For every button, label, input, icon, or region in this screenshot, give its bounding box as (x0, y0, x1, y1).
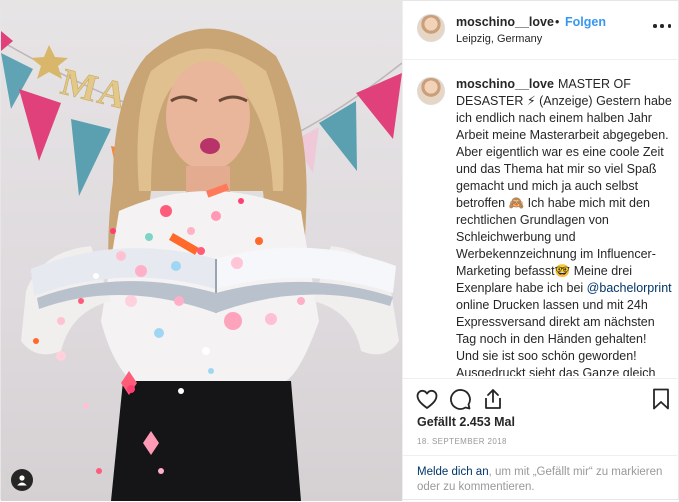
instagram-post: MASTER (0, 0, 679, 501)
likes-count[interactable]: Gefällt 2.453 Mal (417, 415, 515, 429)
login-prompt: Melde dich an, um mit „Gefällt mir“ zu m… (403, 455, 679, 502)
heart-icon[interactable] (415, 387, 439, 411)
caption-avatar[interactable] (417, 77, 445, 105)
post-side-panel: moschino__love • Folgen Leipzig, Germany… (402, 1, 679, 501)
person-icon[interactable] (11, 469, 33, 491)
caption-area: moschino__love MASTER OF DESASTER ⚡ (Anze… (403, 60, 679, 376)
action-bar (403, 378, 679, 419)
comment-icon[interactable] (448, 387, 472, 411)
post-date[interactable]: 18. SEPTEMBER 2018 (417, 437, 507, 446)
header-separator: • (555, 15, 560, 29)
location-link[interactable]: Leipzig, Germany (456, 33, 542, 45)
caption-text: MASTER OF DESASTER ⚡ (Anzeige) Gestern h… (456, 77, 672, 295)
follow-button[interactable]: Folgen (565, 15, 606, 29)
caption-text-continued: online Drucken lassen und mit 24h Expres… (456, 298, 656, 376)
post-photo[interactable]: MASTER (1, 1, 402, 501)
login-link[interactable]: Melde dich an (417, 466, 489, 478)
share-icon[interactable] (481, 387, 505, 411)
avatar[interactable] (417, 14, 445, 42)
username-link[interactable]: moschino__love (456, 15, 554, 29)
more-options-icon[interactable] (653, 19, 671, 33)
mention-link[interactable]: @bachelorprint (587, 281, 672, 295)
photo-illustration: MASTER (1, 28, 402, 501)
caption-username-link[interactable]: moschino__love (456, 77, 554, 91)
bookmark-icon[interactable] (649, 387, 673, 411)
login-prompt-text: Melde dich an, um mit „Gefällt mir“ zu m… (417, 465, 673, 495)
caption: moschino__love MASTER OF DESASTER ⚡ (Anze… (456, 76, 672, 376)
post-header: moschino__love • Folgen Leipzig, Germany (403, 1, 679, 60)
